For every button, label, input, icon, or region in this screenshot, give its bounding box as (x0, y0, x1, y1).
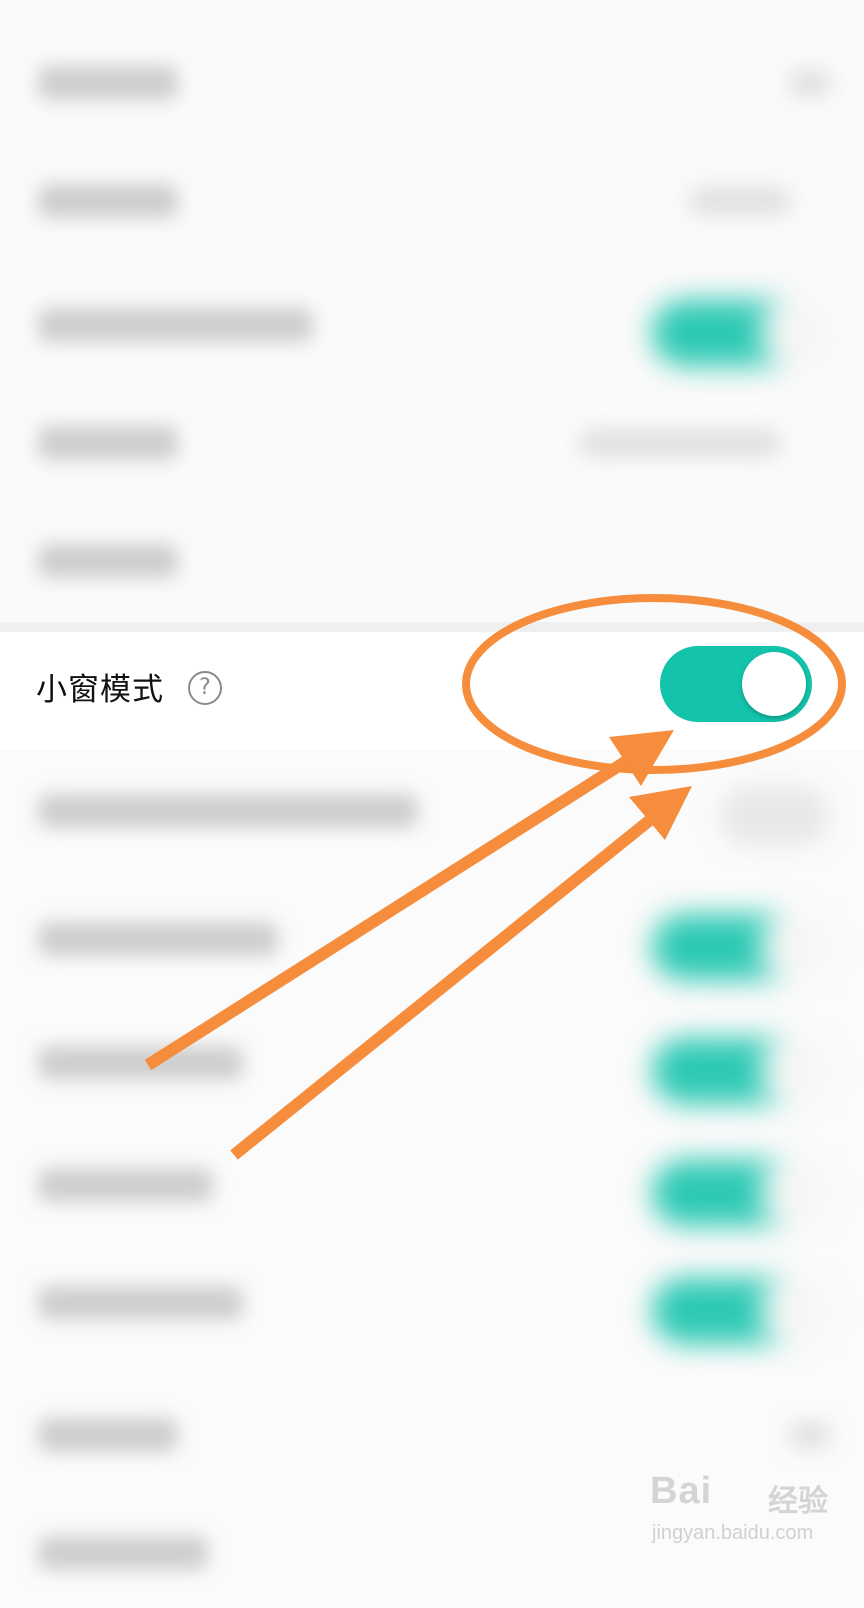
blurred-setting-label (38, 1418, 178, 1452)
baidu-jingyan-watermark: Bai 经验 jingyan.baidu.com (650, 1470, 840, 1560)
blurred-setting-row[interactable] (0, 876, 864, 994)
setting-label: 小窗模式 (36, 672, 164, 708)
blurred-setting-value (790, 1422, 830, 1448)
blurred-setting-row[interactable] (0, 748, 864, 866)
blurred-setting-label (38, 308, 313, 342)
blurred-toggle-on[interactable] (652, 300, 830, 366)
blurred-toggle-on[interactable] (652, 1160, 830, 1226)
blurred-setting-label (38, 426, 178, 460)
blurred-setting-label (38, 1046, 243, 1080)
blurred-toggle-on[interactable] (652, 914, 830, 980)
blurred-setting-label (38, 1168, 213, 1202)
question-circle-icon[interactable]: ? (188, 671, 222, 705)
blurred-setting-row[interactable] (0, 498, 864, 616)
blurred-setting-value (580, 430, 780, 456)
blurred-setting-row[interactable] (0, 138, 864, 256)
blurred-toggle-on[interactable] (652, 1038, 830, 1104)
blurred-setting-value (790, 70, 830, 96)
blurred-setting-label (38, 544, 178, 578)
blurred-setting-value (690, 188, 790, 214)
blurred-toggle-on[interactable] (652, 1278, 830, 1344)
section-divider (0, 622, 864, 632)
blurred-setting-label (38, 1536, 208, 1570)
watermark-brand: Bai (650, 1470, 713, 1512)
blurred-setting-row[interactable] (0, 262, 864, 380)
blurred-setting-label (38, 794, 418, 828)
blurred-setting-label (38, 66, 178, 100)
blurred-toggle-off[interactable] (720, 786, 830, 846)
blurred-setting-row[interactable] (0, 20, 864, 138)
toggle-knob (742, 652, 806, 716)
blurred-setting-row[interactable] (0, 1000, 864, 1118)
blurred-setting-label (38, 922, 278, 956)
blurred-setting-row[interactable] (0, 1122, 864, 1240)
blurred-setting-label (38, 184, 178, 218)
blurred-setting-row[interactable] (0, 1240, 864, 1358)
blurred-setting-label (38, 1286, 243, 1320)
blurred-setting-row[interactable] (0, 380, 864, 498)
watermark-url: jingyan.baidu.com (652, 1522, 814, 1544)
watermark-brand-suffix: 经验 (768, 1485, 828, 1518)
